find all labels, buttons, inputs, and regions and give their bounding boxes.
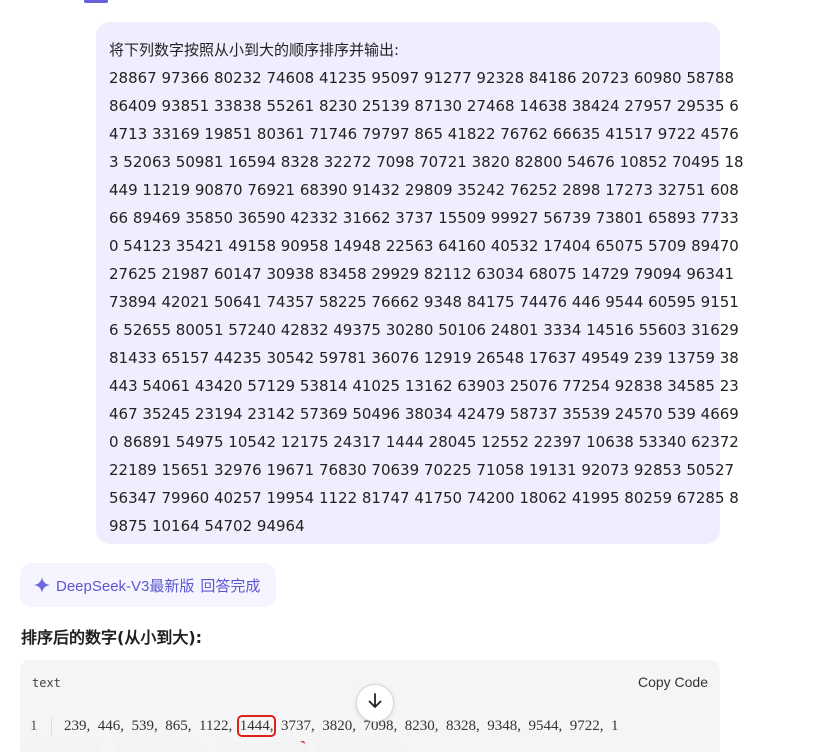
number-list: 28867 97366 80232 74608 41235 95097 9127… [109,64,744,540]
sorted-number: 9722, [569,718,604,734]
copy-code-button[interactable]: Copy Code [638,674,708,690]
user-prompt-text: 将下列数字按照从小到大的顺序排序并输出: [109,41,400,59]
sorted-number: 865, [165,718,192,734]
number-line: 81433 65157 44235 30542 59781 36076 1291… [109,349,739,367]
number-line: 86409 93851 33838 55261 8230 25139 87130… [109,97,739,115]
number-line: 6 52655 80051 57240 42832 49375 30280 50… [109,321,739,339]
sorted-number: 539, [131,718,158,734]
sorted-number: 8230, [404,718,439,734]
action-chip[interactable] [20,742,100,752]
sorted-number: 446, [97,718,124,734]
number-line: 443 54061 43420 57129 53814 41025 13162 … [109,377,739,395]
action-chip[interactable] [216,742,308,752]
sorted-number: 1122, [199,718,233,734]
action-chip[interactable] [116,742,202,752]
number-line: 66 89469 35850 36590 42332 31662 3737 15… [109,209,739,227]
number-line: 3 52063 50981 16594 8328 32272 7098 7072… [109,153,744,171]
sorted-number: 8328, [445,718,480,734]
sorted-number: 9544, [528,718,563,734]
code-language-label: text [32,676,61,690]
number-line: 0 86891 54975 10542 12175 24317 1444 280… [109,433,739,451]
active-tab-indicator [84,0,108,3]
code-line: 1 239, 446, 539, 865, 1122, 1444, 3737, … [30,715,619,737]
number-line: 9875 10164 54702 94964 [109,517,305,535]
number-line: 28867 97366 80232 74608 41235 95097 9127… [109,69,735,87]
sparkle-icon [34,577,50,593]
number-line: 22189 15651 32976 19671 76830 70639 7022… [109,461,735,479]
action-chip[interactable] [316,742,402,752]
scroll-to-bottom-button[interactable] [356,684,394,722]
answer-heading: 排序后的数字(从小到大): [21,628,203,647]
action-bar-partial [20,742,420,752]
sorted-number: 3820, [322,718,356,734]
number-line: 27625 21987 60147 30938 83458 29929 8211… [109,265,735,283]
code-tokens: 239, 446, 539, 865, 1122, 1444, 3737, 38… [64,715,619,737]
arrow-down-icon [366,692,384,714]
model-name: DeepSeek-V3最新版 [56,577,195,595]
number-line: 0 54123 35421 49158 90958 14948 22563 64… [109,237,739,255]
number-line: 449 11219 90870 76921 68390 91432 29809 … [109,181,739,199]
line-number: 1 [30,718,52,735]
number-line: 4713 33169 19851 80361 71746 79797 865 4… [109,125,739,143]
number-line: 73894 42021 50641 74357 58225 76662 9348… [109,293,739,311]
highlighted-number: 1444, [236,715,277,737]
sorted-number: 3737, [280,718,315,734]
answer-status: 回答完成 [200,577,261,595]
sorted-number: 9348, [487,718,521,734]
sorted-number: 239, [64,718,91,734]
number-line: 56347 79960 40257 19954 1122 81747 41750… [109,489,739,507]
number-line: 467 35245 23194 23142 57369 50496 38034 … [109,405,739,423]
user-message-bubble: 将下列数字按照从小到大的顺序排序并输出: 28867 97366 80232 7… [96,22,744,544]
sorted-number: 1 [610,718,619,734]
model-status-badge[interactable]: DeepSeek-V3最新版 回答完成 [20,563,277,607]
